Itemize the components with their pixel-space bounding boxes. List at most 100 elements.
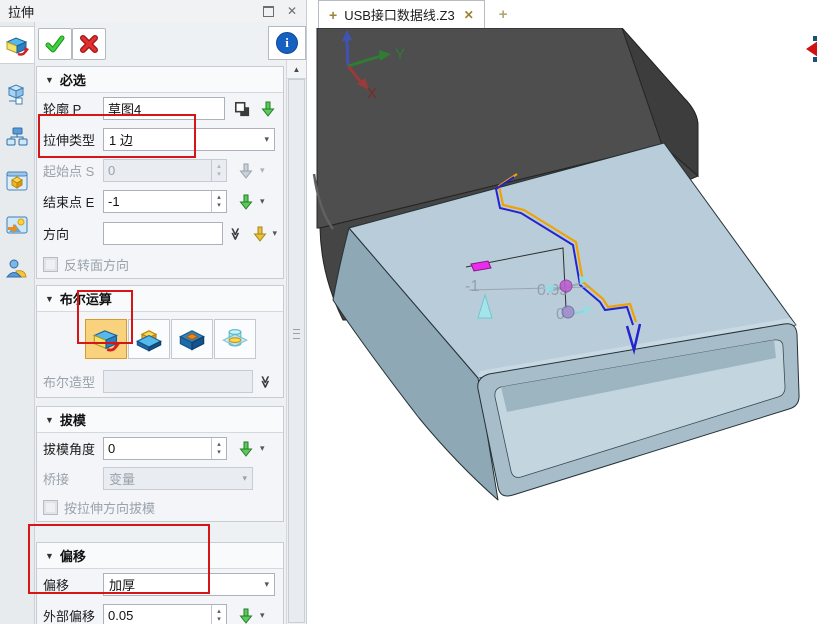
end-point-label: 结束点 E bbox=[43, 192, 103, 211]
collapse-icon: ▼ bbox=[45, 415, 54, 425]
sidebar-item-hierarchy[interactable] bbox=[2, 122, 32, 152]
outer-offset-stepper[interactable]: ▴▾ bbox=[103, 604, 227, 624]
boolean-remove-icon bbox=[177, 325, 207, 353]
chevron-more-icon[interactable]: ≫ bbox=[258, 375, 272, 388]
draft-angle-label: 拔模角度 bbox=[43, 439, 103, 458]
profile-input[interactable] bbox=[103, 97, 225, 120]
bridge-value: 变量 bbox=[109, 469, 135, 488]
reverse-face-row: 反转面方向 bbox=[37, 250, 283, 278]
profile-label: 轮廓 P bbox=[43, 99, 103, 118]
restore-button[interactable] bbox=[258, 3, 278, 19]
boolean-intersect-icon bbox=[220, 325, 250, 353]
extrude-icon bbox=[4, 33, 30, 57]
draft-angle-input[interactable] bbox=[104, 438, 211, 459]
outer-offset-sphere-handle[interactable] bbox=[560, 280, 572, 292]
sidebar-item-wireframe[interactable] bbox=[2, 78, 32, 108]
copy-button[interactable] bbox=[233, 99, 251, 119]
outer-offset-input[interactable] bbox=[104, 605, 211, 624]
boolean-op-intersect-button[interactable] bbox=[214, 319, 256, 359]
spinner[interactable]: ▴▾ bbox=[211, 191, 226, 212]
section-required: ▼ 必选 轮廓 P bbox=[36, 66, 284, 279]
caret-down-icon: ▾ bbox=[272, 228, 277, 239]
check-icon bbox=[45, 35, 65, 53]
reverse-face-checkbox[interactable] bbox=[43, 257, 58, 272]
section-boolean: ▼ 布尔运算 bbox=[36, 285, 284, 398]
offset-type-label: 偏移 bbox=[43, 575, 103, 594]
extrude-type-label: 拉伸类型 bbox=[43, 130, 103, 149]
offset-type-select[interactable]: 加厚 ▾ bbox=[103, 573, 275, 596]
boolean-op-remove-button[interactable] bbox=[171, 319, 213, 359]
info-icon: i bbox=[276, 32, 298, 54]
green-arrow-icon bbox=[239, 194, 253, 210]
restore-icon bbox=[263, 6, 274, 17]
cancel-button[interactable] bbox=[72, 28, 106, 60]
dialog-side-toolbar bbox=[0, 22, 35, 624]
direction-apply-button[interactable] bbox=[250, 224, 270, 244]
end-point-row: 结束点 E ▴▾ ▾ bbox=[37, 186, 283, 217]
scrollbar-thumb[interactable] bbox=[288, 79, 305, 623]
outer-offset-label: 外部偏移 bbox=[43, 606, 103, 624]
scroll-up-button[interactable]: ▲ bbox=[287, 60, 306, 79]
reverse-face-label: 反转面方向 bbox=[64, 255, 129, 274]
section-offset: ▼ 偏移 偏移 加厚 ▾ 外部偏移 ▴▾ bbox=[36, 542, 284, 624]
main-area: + USB接口数据线.Z3 ✕ + bbox=[306, 0, 817, 624]
draft-angle-row: 拔模角度 ▴▾ ▾ bbox=[37, 433, 283, 464]
spinner[interactable]: ▴▾ bbox=[211, 438, 226, 459]
section-boolean-title: 布尔运算 bbox=[60, 289, 112, 308]
caret-down-icon: ▾ bbox=[242, 473, 247, 484]
draft-by-direction-label: 按拉伸方向拔模 bbox=[64, 498, 155, 517]
extrude-type-select[interactable]: 1 边 ▾ bbox=[103, 128, 275, 151]
end-point-apply-button[interactable] bbox=[235, 192, 257, 212]
info-button[interactable]: i bbox=[268, 26, 306, 60]
new-tab-button[interactable]: + bbox=[499, 6, 508, 23]
outer-offset-apply-button[interactable] bbox=[235, 606, 257, 624]
green-arrow-icon bbox=[261, 101, 275, 117]
draft-angle-stepper[interactable]: ▴▾ bbox=[103, 437, 227, 460]
app-window: 拉伸 ✕ bbox=[0, 0, 817, 624]
boolean-add-icon bbox=[134, 325, 164, 353]
sidebar-item-image[interactable] bbox=[2, 210, 32, 240]
section-offset-header[interactable]: ▼ 偏移 bbox=[37, 543, 283, 569]
dialog-title: 拉伸 bbox=[8, 2, 258, 21]
confirm-button[interactable] bbox=[38, 28, 72, 60]
wireframe-cube-icon bbox=[5, 81, 29, 105]
boolean-op-add-button[interactable] bbox=[128, 319, 170, 359]
offset-type-value: 加厚 bbox=[109, 575, 135, 594]
end-point-input[interactable] bbox=[104, 191, 211, 212]
boolean-op-base-button[interactable] bbox=[85, 319, 127, 359]
inner-offset-sphere-handle[interactable] bbox=[562, 306, 574, 318]
y-axis-label: Y bbox=[395, 46, 405, 63]
start-point-label: 起始点 S bbox=[43, 161, 103, 180]
image-icon bbox=[5, 213, 29, 237]
bridge-row: 桥接 变量 ▾ bbox=[37, 464, 283, 493]
caret-down-icon: ▾ bbox=[260, 196, 265, 207]
document-tab[interactable]: + USB接口数据线.Z3 ✕ bbox=[318, 0, 485, 28]
draft-angle-apply-button[interactable] bbox=[235, 439, 257, 459]
profile-apply-button[interactable] bbox=[259, 99, 277, 119]
panel-scrollbar[interactable]: ▲ bbox=[286, 60, 306, 624]
section-required-header[interactable]: ▼ 必选 bbox=[37, 67, 283, 93]
close-button[interactable]: ✕ bbox=[282, 3, 302, 19]
caret-down-icon: ▾ bbox=[260, 165, 265, 176]
viewport-3d[interactable]: -1 0.05 0 Y bbox=[307, 28, 817, 624]
section-boolean-header[interactable]: ▼ 布尔运算 bbox=[37, 286, 283, 312]
tab-pin-icon: + bbox=[329, 7, 337, 23]
sidebar-item-user[interactable] bbox=[2, 254, 32, 284]
draft-by-direction-checkbox[interactable] bbox=[43, 500, 58, 515]
x-icon bbox=[79, 35, 99, 53]
start-point-stepper: ▴▾ bbox=[103, 159, 227, 182]
spinner[interactable]: ▴▾ bbox=[211, 605, 226, 624]
caret-down-icon: ▾ bbox=[264, 134, 269, 145]
chevron-more-icon[interactable]: ≫ bbox=[228, 227, 242, 240]
section-required-title: 必选 bbox=[60, 70, 86, 89]
end-point-stepper[interactable]: ▴▾ bbox=[103, 190, 227, 213]
sidebar-item-extrude[interactable] bbox=[0, 26, 34, 64]
start-point-apply-button bbox=[235, 161, 257, 181]
section-draft-header[interactable]: ▼ 拔模 bbox=[37, 407, 283, 433]
start-point-input bbox=[104, 160, 211, 181]
scrollbar-grip bbox=[293, 329, 300, 339]
tab-close-icon[interactable]: ✕ bbox=[464, 8, 474, 22]
collapse-icon: ▼ bbox=[45, 551, 54, 561]
sidebar-item-solid-window[interactable] bbox=[2, 166, 32, 196]
direction-input[interactable] bbox=[103, 222, 223, 245]
